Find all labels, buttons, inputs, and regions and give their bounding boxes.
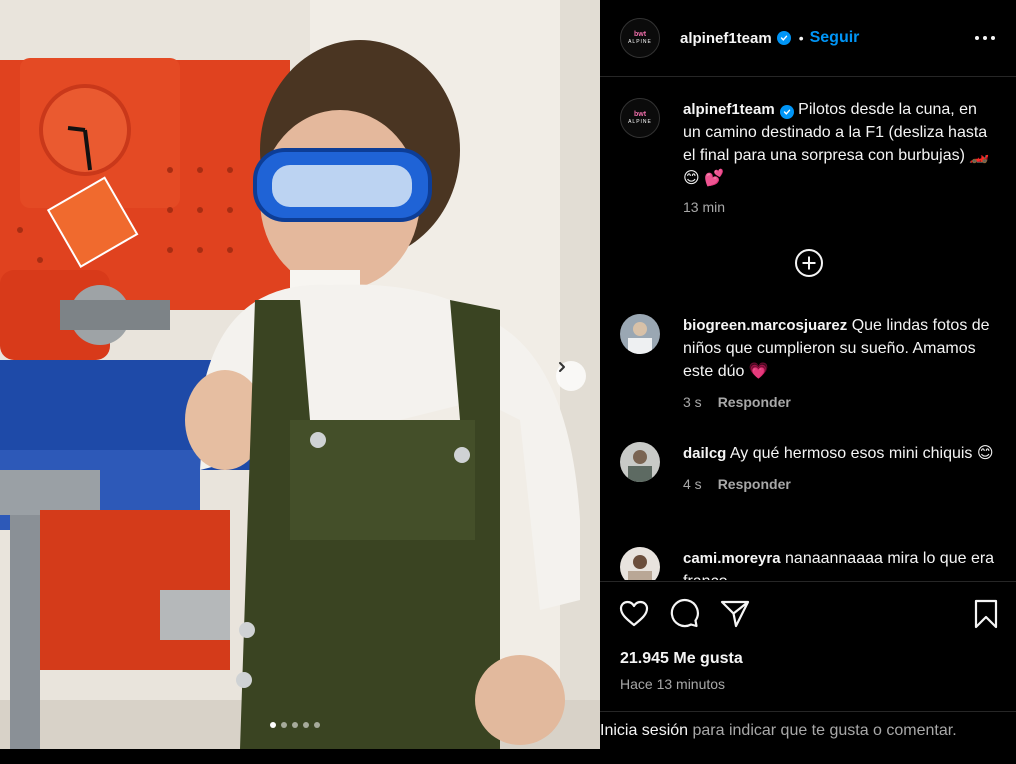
verified-badge-icon: [779, 105, 794, 119]
comment-text: dailcg Ay qué hermoso esos mini chiquis …: [683, 442, 999, 465]
bookmark-icon[interactable]: [970, 598, 1002, 630]
post-side-panel: bwt ALPINE alpinef1team • Seguir bwt ALP…: [600, 0, 1016, 749]
post-header: bwt ALPINE alpinef1team • Seguir: [600, 0, 1016, 77]
comments-list[interactable]: bwt ALPINE alpinef1team Pilotos desde la…: [600, 78, 1016, 580]
separator-dot: •: [798, 30, 804, 46]
comment-text: biogreen.marcosjuarez Que lindas fotos d…: [683, 314, 999, 383]
comment-timestamp: 3 s: [683, 394, 702, 410]
commenter-avatar[interactable]: [620, 547, 660, 580]
carousel-indicator: [270, 722, 320, 728]
post-image: [0, 0, 600, 749]
comment-text: cami.moreyra nanaannaaaa mira lo que era…: [683, 547, 999, 580]
comment-item: dailcg Ay qué hermoso esos mini chiquis …: [620, 442, 1000, 492]
carousel-dot: [270, 722, 276, 728]
comment-body: biogreen.marcosjuarez Que lindas fotos d…: [683, 314, 999, 410]
comment-body: cami.moreyra nanaannaaaa mira lo que era…: [683, 547, 999, 580]
more-options-icon[interactable]: [970, 28, 1000, 48]
chevron-right-icon: [559, 362, 565, 372]
author-info: alpinef1team • Seguir: [680, 29, 859, 47]
avatar-logo-top: bwt: [633, 110, 647, 118]
avatar-logo-bottom: ALPINE: [628, 118, 652, 125]
verified-badge-icon: [776, 31, 791, 45]
carousel-dot: [314, 722, 320, 728]
comment-meta: 3 s Responder: [683, 394, 999, 410]
comment-icon[interactable]: [668, 598, 700, 630]
caption-text: alpinef1team Pilotos desde la cuna, en u…: [683, 98, 999, 190]
caption-author-avatar[interactable]: bwt ALPINE: [620, 98, 660, 138]
carousel-dot: [303, 722, 309, 728]
follow-button[interactable]: Seguir: [810, 29, 860, 47]
comment-item: cami.moreyra nanaannaaaa mira lo que era…: [620, 547, 1000, 580]
likes-count[interactable]: 21.945 Me gusta: [620, 650, 743, 668]
comment-meta: 4 s Responder: [683, 476, 999, 492]
load-more-comments-icon[interactable]: [793, 247, 825, 279]
reply-button[interactable]: Responder: [718, 394, 791, 410]
avatar-logo-bottom: ALPINE: [628, 38, 652, 45]
carousel-dot: [292, 722, 298, 728]
login-link[interactable]: Inicia sesión: [600, 722, 688, 739]
comment-timestamp: 4 s: [683, 476, 702, 492]
reply-button[interactable]: Responder: [718, 476, 791, 492]
carousel-dot: [281, 722, 287, 728]
share-icon[interactable]: [719, 598, 751, 630]
author-avatar[interactable]: bwt ALPINE: [620, 18, 660, 58]
carousel-next-button[interactable]: [556, 361, 586, 391]
comment-username[interactable]: dailcg: [683, 445, 726, 462]
login-prompt-text: para indicar que te gusta o comentar.: [688, 722, 957, 739]
post-timestamp: Hace 13 minutos: [620, 676, 726, 692]
caption-body: alpinef1team Pilotos desde la cuna, en u…: [683, 98, 999, 215]
post-actions-bar: [600, 581, 1016, 641]
avatar-logo-top: bwt: [633, 30, 647, 38]
comment-username[interactable]: biogreen.marcosjuarez: [683, 317, 847, 334]
login-prompt: Inicia sesión para indicar que te gusta …: [600, 711, 1016, 749]
comment-item: biogreen.marcosjuarez Que lindas fotos d…: [620, 314, 1000, 410]
commenter-avatar[interactable]: [620, 442, 660, 482]
caption-timestamp: 13 min: [683, 199, 726, 215]
post-photo: [0, 0, 600, 749]
author-username[interactable]: alpinef1team: [680, 30, 772, 47]
bottom-bar: [0, 749, 1016, 764]
heart-icon[interactable]: [618, 598, 650, 630]
commenter-avatar[interactable]: [620, 314, 660, 354]
post-caption: bwt ALPINE alpinef1team Pilotos desde la…: [620, 98, 1000, 215]
caption-username[interactable]: alpinef1team: [683, 101, 775, 118]
comment-content: Ay qué hermoso esos mini chiquis 😊: [729, 445, 994, 462]
comment-username[interactable]: cami.moreyra: [683, 550, 781, 567]
comment-body: dailcg Ay qué hermoso esos mini chiquis …: [683, 442, 999, 492]
